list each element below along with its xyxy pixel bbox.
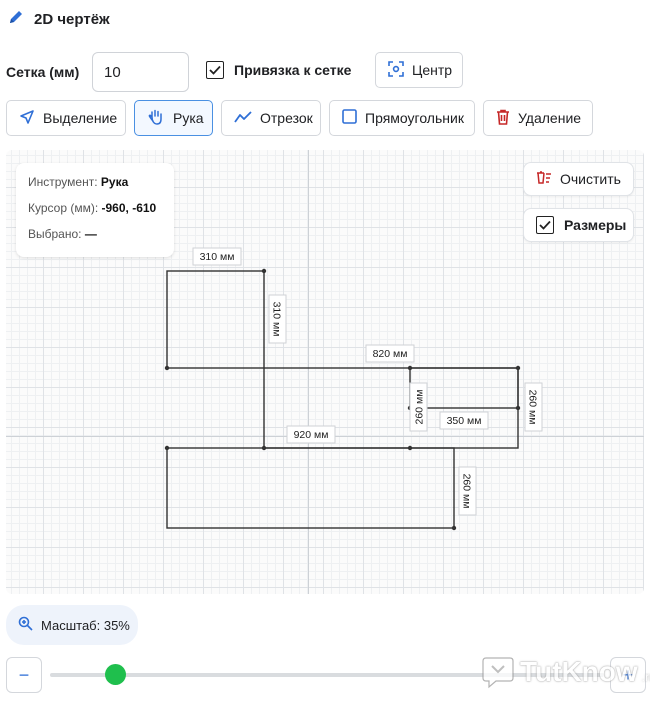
info-tool: Инструмент: Рука	[28, 175, 162, 201]
dim-label-bottom-height: 260 мм	[458, 466, 477, 516]
vertex-point	[407, 445, 413, 451]
clear-button[interactable]: Очистить	[523, 162, 634, 196]
zoom-out-button[interactable]: −	[6, 657, 42, 693]
svg-text:260 мм: 260 мм	[414, 390, 426, 425]
clear-button-label: Очистить	[560, 171, 621, 187]
hand-icon	[147, 108, 165, 129]
svg-text:310 мм: 310 мм	[271, 302, 283, 337]
tool-rectangle-button[interactable]: Прямоугольник	[329, 100, 475, 136]
info-selected: Выбрано: —	[28, 227, 162, 253]
pencil-icon	[8, 9, 24, 30]
info-panel: Инструмент: Рука Курсор (мм): -960, -610…	[16, 163, 174, 257]
svg-text:820 мм: 820 мм	[373, 348, 408, 360]
zoom-slider-thumb[interactable]	[105, 664, 126, 685]
dim-label-mid-height-right: 260 мм	[524, 382, 543, 432]
vertex-point	[261, 445, 267, 451]
rectangle-icon	[342, 109, 357, 127]
svg-text:260 мм: 260 мм	[461, 474, 473, 509]
dimensions-label: Размеры	[564, 217, 627, 233]
dimensions-toggle[interactable]: Размеры	[523, 208, 634, 242]
zoom-badge: Масштаб: 35%	[6, 605, 138, 645]
app-header: 2D чертёж	[8, 8, 110, 30]
vertex-point	[164, 445, 170, 451]
info-tool-value: Рука	[100, 175, 129, 189]
info-cursor-value: -960, -610	[101, 201, 157, 215]
minus-icon: −	[18, 664, 30, 685]
shape-top-square	[166, 270, 265, 369]
tool-hand-button[interactable]: Рука	[134, 100, 213, 136]
shape-bottom-rect	[166, 447, 455, 529]
snap-checkbox[interactable]	[206, 61, 224, 79]
watermark-suffix: .ru	[641, 670, 650, 684]
vertex-point	[261, 268, 267, 274]
grid-setting: Сетка (мм)	[6, 52, 79, 92]
dim-label-top-width: 310 мм	[192, 247, 242, 266]
info-selected-label: Выбрано:	[28, 227, 82, 241]
info-cursor-label: Курсор (мм):	[28, 201, 99, 215]
vertex-point	[407, 365, 413, 371]
svg-text:350 мм: 350 мм	[447, 415, 482, 427]
vertex-point	[451, 525, 457, 531]
snap-label: Привязка к сетке	[234, 62, 352, 78]
info-selected-value: —	[84, 227, 97, 241]
tool-select-button[interactable]: Выделение	[6, 100, 126, 136]
zoom-label: Масштаб: 35%	[41, 617, 130, 633]
dim-label-mid-width: 820 мм	[365, 344, 415, 363]
page-title: 2D чертёж	[34, 10, 110, 28]
svg-text:310 мм: 310 мм	[200, 251, 235, 263]
svg-text:260 мм: 260 мм	[527, 390, 539, 425]
tool-segment-label: Отрезок	[260, 110, 313, 126]
dim-label-bottom-width: 920 мм	[286, 425, 336, 444]
tool-delete-label: Удаление	[518, 110, 582, 126]
dim-label-mid-height-left: 260 мм	[409, 382, 428, 432]
tool-select-label: Выделение	[43, 110, 118, 126]
vertex-point	[164, 365, 170, 371]
grid-label: Сетка (мм)	[6, 64, 80, 80]
watermark-text: TutKnow	[520, 656, 638, 687]
tool-rectangle-label: Прямоугольник	[365, 110, 464, 126]
watermark: TutKnow .ru	[480, 654, 650, 690]
snap-to-grid-toggle[interactable]: Привязка к сетке	[206, 58, 351, 82]
center-button-label: Центр	[412, 62, 453, 78]
grid-size-input[interactable]	[92, 52, 189, 92]
trash-icon	[496, 109, 510, 128]
vertex-point	[515, 365, 521, 371]
center-button[interactable]: Центр	[375, 52, 463, 88]
focus-center-icon	[388, 60, 404, 80]
tool-delete-button[interactable]: Удаление	[483, 100, 593, 136]
tool-hand-label: Рука	[173, 110, 204, 126]
vertex-point	[515, 405, 521, 411]
watermark-logo-icon	[482, 657, 514, 689]
info-tool-label: Инструмент:	[28, 175, 98, 189]
pointer-arrow-icon	[19, 109, 35, 128]
dim-label-top-height: 310 мм	[268, 294, 287, 344]
info-cursor: Курсор (мм): -960, -610	[28, 201, 162, 227]
tool-segment-button[interactable]: Отрезок	[221, 100, 321, 136]
clear-list-icon	[536, 170, 552, 188]
dimensions-checkbox[interactable]	[536, 216, 554, 234]
polyline-icon	[234, 110, 252, 127]
dim-label-inner-width: 350 мм	[439, 411, 489, 430]
svg-text:920 мм: 920 мм	[294, 429, 329, 441]
zoom-magnifier-icon	[18, 616, 33, 634]
